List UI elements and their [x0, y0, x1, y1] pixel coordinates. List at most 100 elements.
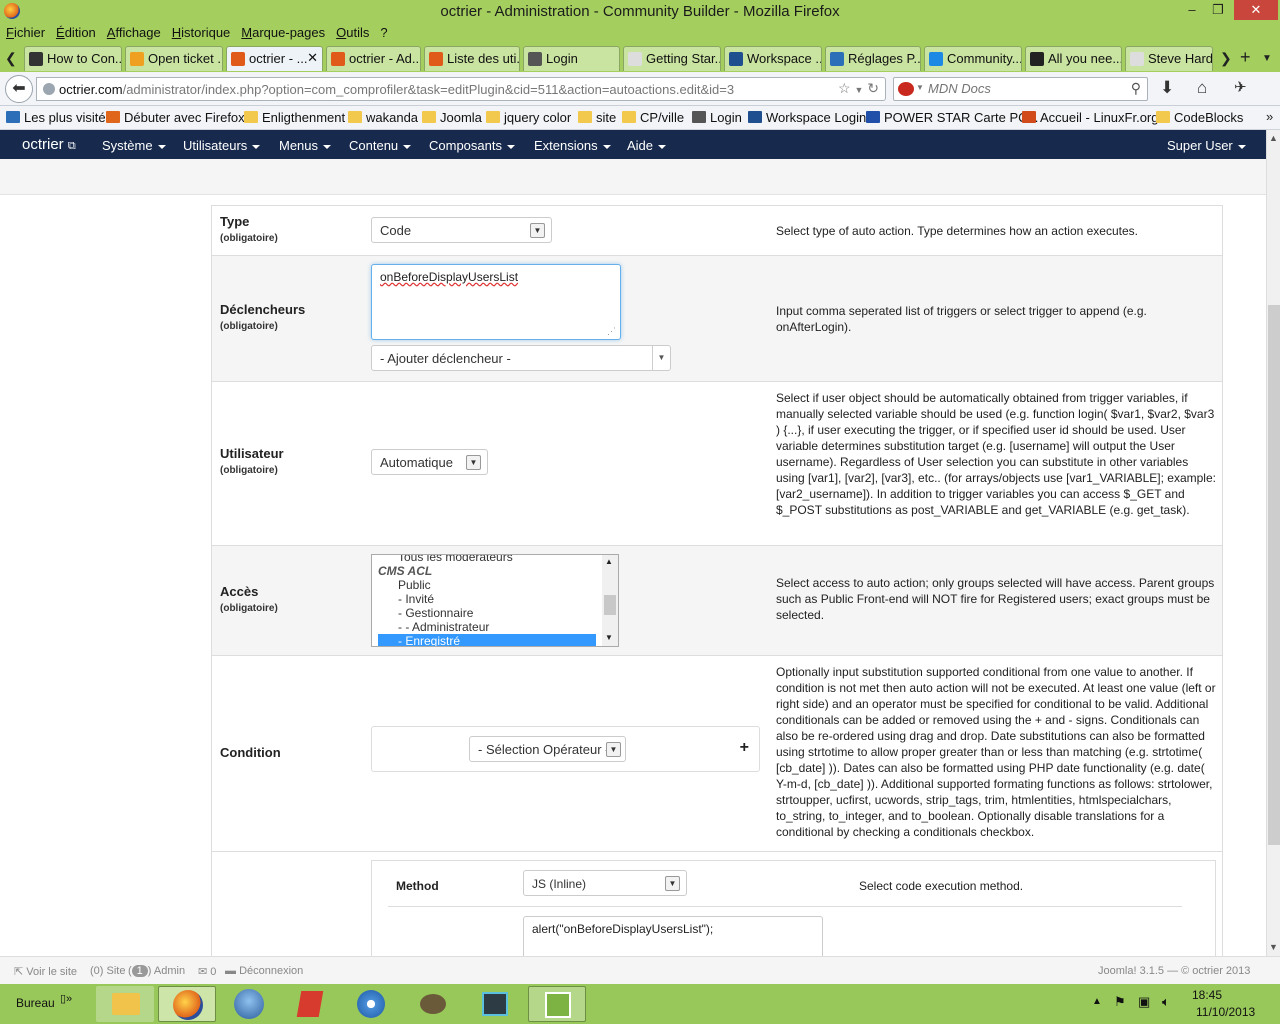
- browser-tab[interactable]: octrier - Ad...: [326, 46, 421, 71]
- menu-contenu[interactable]: Contenu: [349, 138, 412, 153]
- scroll-down-icon[interactable]: ▼: [1269, 942, 1278, 952]
- bookmark-item[interactable]: Accueil - LinuxFr.org: [1022, 110, 1159, 125]
- search-icon[interactable]: ⚲: [1131, 80, 1141, 97]
- explorer-icon[interactable]: [96, 986, 154, 1022]
- access-option[interactable]: - Gestionnaire: [378, 606, 596, 620]
- scroll-down-icon[interactable]: ▼: [605, 633, 613, 642]
- back-button[interactable]: ⬅: [5, 75, 33, 103]
- tray-expand-icon[interactable]: ▲: [1092, 996, 1102, 1007]
- video-icon[interactable]: [466, 986, 524, 1022]
- browser-tab[interactable]: How to Con...: [24, 46, 122, 71]
- download-icon[interactable]: ⬇: [1160, 78, 1174, 98]
- bookmark-item[interactable]: jquery color: [486, 110, 571, 125]
- add-condition-button[interactable]: +: [740, 739, 749, 757]
- search-engine-icon[interactable]: [898, 82, 914, 96]
- listbox-scrollbar[interactable]: ▲ ▼: [602, 555, 618, 646]
- menu-composants[interactable]: Composants: [429, 138, 515, 153]
- bookmark-item[interactable]: POWER STAR Carte PC...: [866, 110, 1038, 125]
- desktop-label[interactable]: Bureau: [16, 996, 55, 1010]
- clock-time[interactable]: 18:45: [1192, 988, 1222, 1002]
- user-select[interactable]: Automatique ▼: [371, 449, 488, 475]
- bookmark-item[interactable]: Joomla: [422, 110, 482, 125]
- bookmark-item[interactable]: Débuter avec Firefox: [106, 110, 245, 125]
- menu-systeme[interactable]: Système: [102, 138, 166, 153]
- view-site-link[interactable]: ⇱ Voir le site: [14, 965, 77, 978]
- menu-extensions[interactable]: Extensions: [534, 138, 611, 153]
- triggers-textarea[interactable]: onBeforeDisplayUsersList ⋰: [371, 264, 621, 340]
- site-brand[interactable]: octrier ⧉: [22, 136, 76, 153]
- menu-affichage[interactable]: Affichage: [101, 22, 166, 40]
- dropdown-icon[interactable]: ▼: [854, 85, 863, 95]
- bookmark-star-icon[interactable]: ☆: [838, 80, 851, 96]
- browser-tab[interactable]: Réglages P...: [825, 46, 921, 71]
- close-tab-icon[interactable]: ✕: [307, 50, 318, 66]
- bookmark-item[interactable]: Les plus visités: [6, 110, 112, 125]
- browser-tab[interactable]: Steve Hardi...: [1125, 46, 1213, 71]
- addon-icon[interactable]: ✈: [1234, 78, 1247, 96]
- engine-dropdown-icon[interactable]: ▼: [916, 83, 924, 92]
- url-bar[interactable]: octrier.com/administrator/index.php?opti…: [36, 77, 886, 101]
- access-option[interactable]: - - Administrateur: [378, 620, 596, 634]
- gimp-icon[interactable]: [404, 986, 462, 1022]
- page-scrollbar[interactable]: ▲ ▼: [1266, 130, 1280, 956]
- browser-tab[interactable]: Login: [523, 46, 620, 71]
- method-select[interactable]: JS (Inline) ▼: [523, 870, 687, 896]
- new-tab-icon[interactable]: +: [1240, 47, 1251, 68]
- browser-tab[interactable]: All you nee...: [1025, 46, 1122, 71]
- tabs-scroll-right-icon[interactable]: ❯: [1220, 50, 1232, 67]
- clock-date[interactable]: 11/10/2013: [1196, 1005, 1255, 1019]
- menu-aide[interactable]: Aide: [627, 138, 667, 153]
- browser-tab[interactable]: Workspace ...: [724, 46, 822, 71]
- browser-tab[interactable]: Community...: [924, 46, 1022, 71]
- access-option[interactable]: - Invité: [378, 592, 596, 606]
- bookmark-item[interactable]: Enligthenment: [244, 110, 345, 125]
- scroll-up-icon[interactable]: ▲: [605, 557, 613, 566]
- browser-tab[interactable]: Liste des uti...: [424, 46, 520, 71]
- user-menu[interactable]: Super User: [1167, 138, 1246, 153]
- scroll-up-icon[interactable]: ▲: [1269, 133, 1278, 143]
- resize-handle-icon[interactable]: ⋰: [607, 326, 616, 337]
- browser-tab[interactable]: Getting Star...: [623, 46, 721, 71]
- bookmark-item[interactable]: CodeBlocks: [1156, 110, 1243, 125]
- scrollbar-thumb[interactable]: [1268, 305, 1280, 845]
- access-option[interactable]: Public: [378, 578, 596, 592]
- bookmark-item[interactable]: wakanda: [348, 110, 418, 125]
- add-trigger-select[interactable]: - Ajouter déclencheur - ▼: [371, 345, 671, 371]
- reload-icon[interactable]: ↻: [867, 80, 879, 96]
- minimize-button[interactable]: –: [1178, 0, 1206, 20]
- logout-link[interactable]: ▬ Déconnexion: [225, 965, 303, 977]
- bookmark-item[interactable]: site: [578, 110, 616, 125]
- thunderbird-icon[interactable]: [220, 986, 278, 1022]
- menu-outils[interactable]: Outils: [330, 22, 374, 40]
- editor-icon[interactable]: [528, 986, 586, 1022]
- flag-icon[interactable]: ⚑: [1114, 994, 1126, 1010]
- menu-marque-pages[interactable]: Marque-pages: [235, 22, 330, 40]
- search-input[interactable]: [928, 81, 1118, 96]
- operator-select[interactable]: - Sélection Opérateur - ▼: [469, 736, 626, 762]
- menu-edition[interactable]: Édition: [50, 22, 101, 40]
- bookmark-item[interactable]: Workspace Login: [748, 110, 866, 125]
- volume-icon[interactable]: 🔈︎: [1162, 994, 1170, 1010]
- close-window-button[interactable]: ✕: [1234, 0, 1278, 20]
- access-listbox[interactable]: Tous les modérateurs CMS ACL Public - In…: [371, 554, 619, 647]
- app-icon[interactable]: [282, 986, 340, 1022]
- maximize-button[interactable]: ❐: [1204, 0, 1232, 20]
- listbox-scroll-thumb[interactable]: [604, 595, 616, 615]
- menu-utilisateurs[interactable]: Utilisateurs: [183, 138, 261, 153]
- type-select[interactable]: Code ▼: [371, 217, 552, 243]
- browser-tab[interactable]: octrier - ... ✕: [226, 46, 323, 71]
- tabs-scroll-left-icon[interactable]: ❮: [5, 50, 17, 67]
- messages[interactable]: ✉ 0: [198, 965, 216, 978]
- access-option[interactable]: Tous les modérateurs: [378, 555, 596, 564]
- menu-help[interactable]: ?: [374, 22, 392, 40]
- tab-list-icon[interactable]: ▼: [1262, 53, 1272, 64]
- code-textarea[interactable]: alert("onBeforeDisplayUsersList");: [523, 916, 823, 956]
- firefox-taskbar-icon[interactable]: [158, 986, 216, 1022]
- home-icon[interactable]: ⌂: [1197, 78, 1207, 98]
- menu-historique[interactable]: Historique: [166, 22, 236, 40]
- access-option-selected[interactable]: - Enregistré: [378, 634, 596, 646]
- menu-fichier[interactable]: Fichier: [0, 22, 50, 40]
- search-box[interactable]: ▼ ⚲: [893, 77, 1148, 101]
- media-icon[interactable]: [342, 986, 400, 1022]
- network-icon[interactable]: ▣: [1138, 994, 1150, 1010]
